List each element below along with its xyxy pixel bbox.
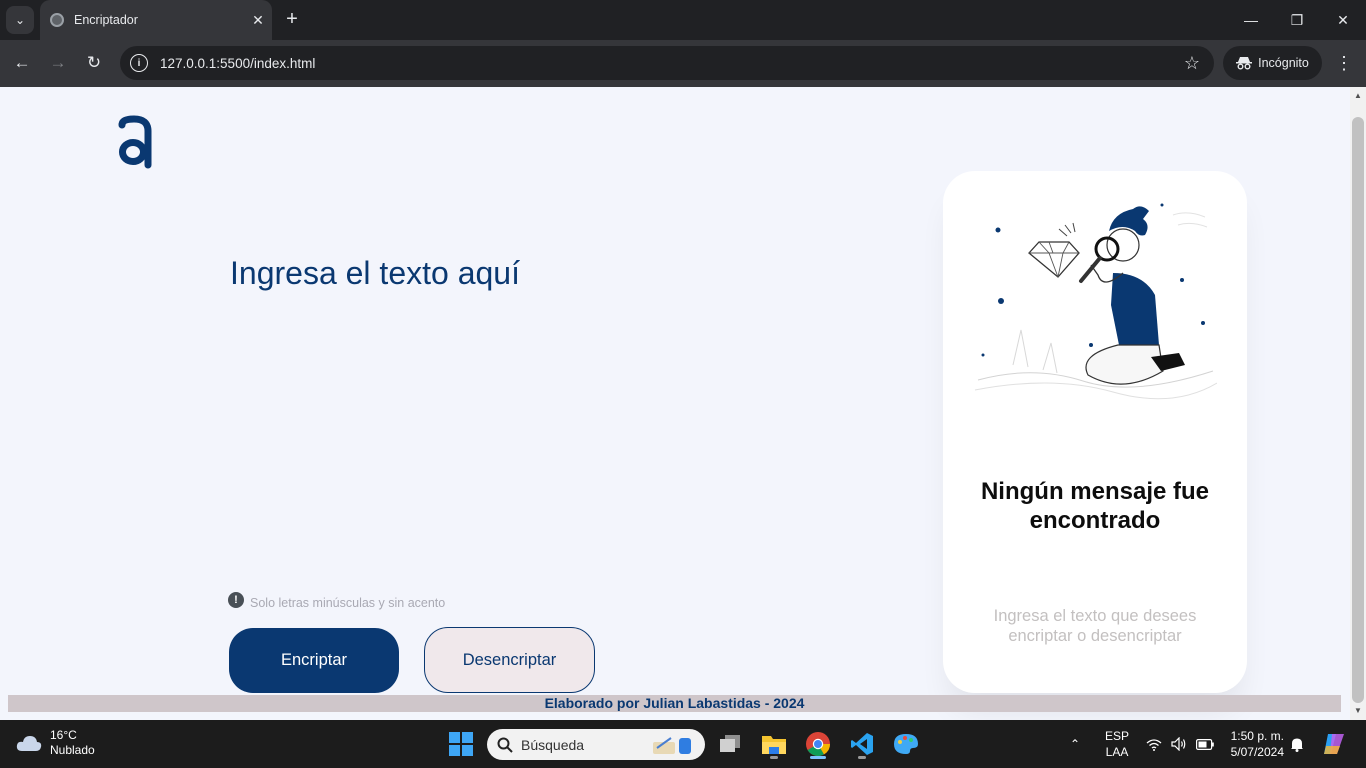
exclamation-circle-icon: !	[228, 592, 244, 608]
url-text[interactable]: 127.0.0.1:5500/index.html	[160, 56, 1184, 71]
search-highlight-icon	[653, 737, 691, 754]
new-tab-button[interactable]: +	[280, 8, 304, 32]
system-status[interactable]	[1146, 720, 1214, 768]
copilot-button[interactable]	[1322, 720, 1346, 768]
page-scrollbar[interactable]: ▲ ▼	[1350, 87, 1366, 720]
clock[interactable]: 1:50 p. m. 5/07/2024	[1224, 720, 1284, 768]
folder-icon	[762, 736, 786, 754]
start-button[interactable]	[449, 732, 473, 761]
encrypt-button[interactable]: Encriptar	[229, 628, 399, 693]
weather-temperature: 16°C	[50, 728, 77, 742]
scroll-thumb[interactable]	[1352, 117, 1364, 703]
browser-tab-bar: ⌄ Encriptador ✕ + — ❐ ✕	[0, 0, 1366, 40]
language-code: ESP	[1104, 729, 1129, 743]
hint-text: Solo letras minúsculas y sin acento	[250, 596, 446, 610]
weather-widget[interactable]: 16°C Nublado	[16, 728, 95, 758]
tab-search-button[interactable]: ⌄	[6, 6, 34, 34]
plus-icon: +	[286, 8, 298, 30]
reload-button[interactable]: ↻	[80, 49, 108, 77]
running-indicator	[770, 756, 778, 759]
volume-icon	[1171, 737, 1186, 751]
windows-logo-icon	[449, 732, 473, 756]
tab-title: Encriptador	[74, 13, 138, 27]
weather-text: 16°C Nublado	[50, 728, 95, 758]
minimize-button[interactable]: —	[1228, 0, 1274, 40]
show-hidden-icons-button[interactable]: ⌃	[1070, 720, 1080, 768]
chevron-up-icon: ⌃	[1070, 737, 1081, 751]
close-window-button[interactable]: ✕	[1320, 0, 1366, 40]
weather-description: Nublado	[50, 743, 95, 757]
paint-app[interactable]	[890, 728, 922, 760]
incognito-badge[interactable]: Incógnito	[1223, 46, 1322, 80]
site-info-icon[interactable]: i	[130, 54, 148, 72]
restore-button[interactable]: ❐	[1274, 0, 1320, 40]
arrow-right-icon: →	[49, 53, 67, 72]
text-input[interactable]	[230, 255, 870, 555]
close-tab-icon[interactable]: ✕	[244, 12, 272, 29]
incognito-icon	[1236, 57, 1253, 70]
task-view-icon	[720, 735, 740, 752]
back-button[interactable]: ←	[8, 49, 36, 77]
chrome-app[interactable]	[802, 728, 834, 760]
input-language[interactable]: ESP LAA	[1104, 720, 1130, 768]
browser-menu-button[interactable]: ⋮	[1330, 49, 1358, 77]
scroll-up-icon[interactable]: ▲	[1350, 89, 1366, 103]
restore-icon: ❐	[1290, 11, 1304, 28]
running-indicator	[858, 756, 866, 759]
notifications-button[interactable]	[1290, 720, 1304, 768]
reload-icon: ↻	[86, 53, 102, 72]
vscode-icon	[851, 733, 873, 755]
card-title: Ningún mensaje fue encontrado	[980, 478, 1210, 534]
close-icon: ✕	[1337, 11, 1349, 28]
alura-logo-icon	[116, 113, 154, 174]
globe-icon	[50, 13, 64, 27]
bell-icon	[1291, 738, 1303, 752]
address-bar[interactable]: i 127.0.0.1:5500/index.html ☆	[120, 46, 1214, 80]
search-placeholder: Búsqueda	[521, 736, 585, 753]
incognito-label: Incógnito	[1258, 56, 1309, 70]
wifi-icon	[1146, 738, 1162, 751]
chevron-down-icon: ⌄	[14, 13, 26, 27]
decrypt-button[interactable]: Desencriptar	[424, 627, 595, 693]
minimize-icon: —	[1244, 12, 1258, 28]
file-explorer-app[interactable]	[758, 728, 790, 760]
clock-time: 1:50 p. m.	[1230, 729, 1284, 743]
bookmark-star-icon[interactable]: ☆	[1184, 53, 1200, 74]
search-icon	[497, 737, 513, 753]
browser-toolbar: ← → ↻ i 127.0.0.1:5500/index.html ☆ Incó…	[0, 40, 1366, 87]
page-viewport: ! Solo letras minúsculas y sin acento En…	[0, 87, 1350, 720]
palette-icon	[894, 734, 918, 754]
taskbar-search[interactable]: Búsqueda	[487, 729, 705, 760]
clock-date: 5/07/2024	[1230, 745, 1284, 759]
more-vertical-icon: ⋮	[1335, 53, 1353, 73]
page-footer: Elaborado por Julian Labastidas - 2024	[8, 695, 1341, 712]
card-subtitle: Ingresa el texto que desees encriptar o …	[993, 607, 1197, 645]
scroll-down-icon[interactable]: ▼	[1350, 704, 1366, 718]
output-card: Ningún mensaje fue encontrado Ingresa el…	[943, 171, 1247, 693]
input-hint: ! Solo letras minúsculas y sin acento	[228, 590, 445, 610]
active-indicator	[810, 756, 826, 759]
chrome-icon	[806, 732, 830, 757]
keyboard-layout: LAA	[1105, 745, 1129, 759]
cloud-icon	[16, 736, 42, 751]
browser-tab[interactable]: Encriptador ✕	[40, 0, 272, 40]
windows-taskbar: 16°C Nublado Búsqueda ⌃ ESP LAA 1:50 p. …	[0, 720, 1366, 768]
arrow-left-icon: ←	[13, 53, 31, 72]
forward-button[interactable]: →	[44, 49, 72, 77]
battery-icon	[1196, 738, 1214, 750]
task-view-button[interactable]	[714, 728, 746, 760]
copilot-icon	[1324, 734, 1344, 754]
person-with-magnifier-illustration	[973, 195, 1218, 410]
vscode-app[interactable]	[846, 728, 878, 760]
